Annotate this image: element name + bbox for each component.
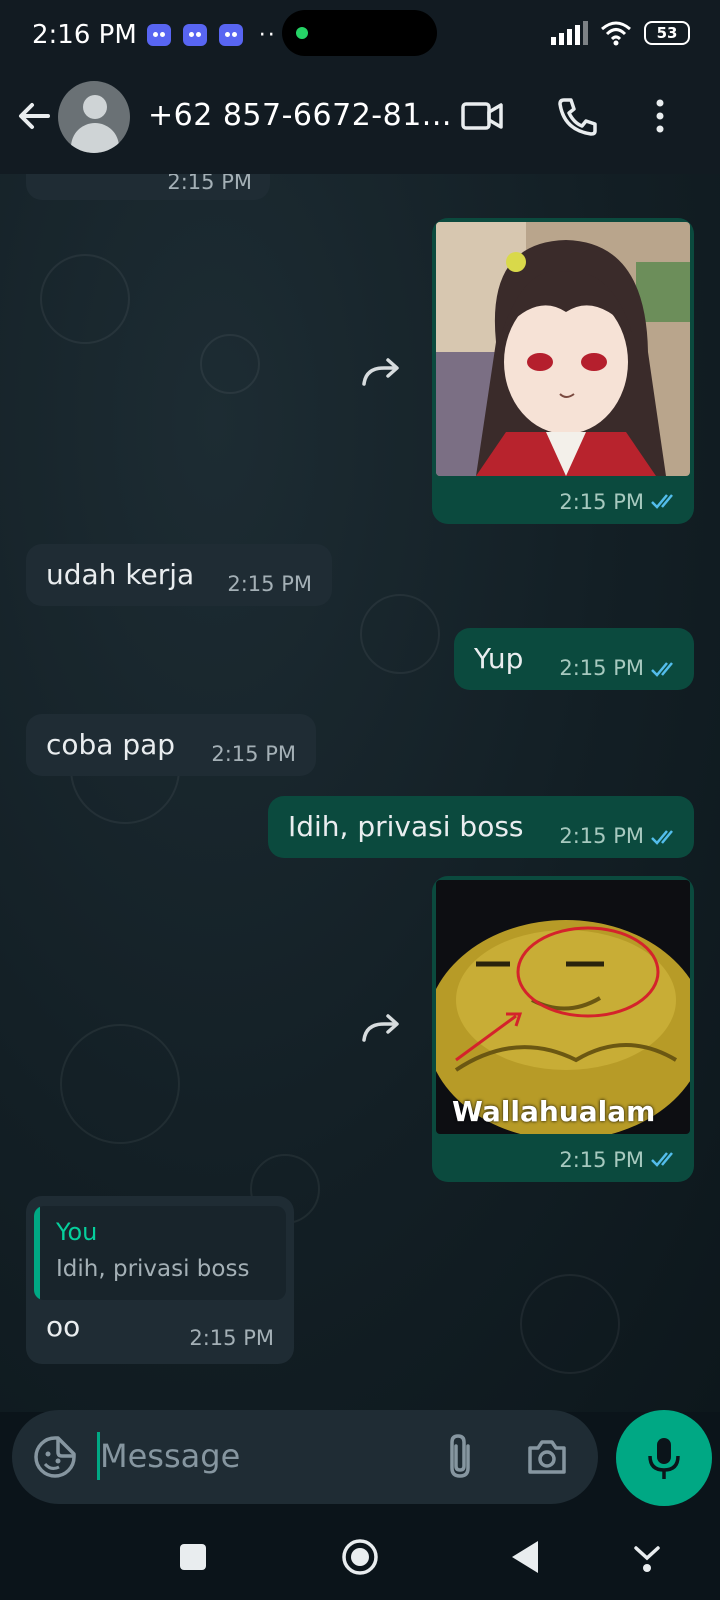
quote-accent-bar: [34, 1206, 40, 1300]
message-time: 2:15 PM: [559, 656, 644, 680]
shared-image-anime[interactable]: [436, 222, 690, 476]
message-bubble-outgoing[interactable]: Idih, privasi boss 2:15 PM: [268, 796, 694, 858]
message-text: coba pap: [46, 728, 176, 761]
back-arrow-icon[interactable]: [14, 96, 54, 136]
meme-caption: Wallahualam: [452, 1095, 656, 1128]
whatsapp-indicator-icon: [296, 27, 308, 39]
shared-image-meme[interactable]: Wallahualam: [436, 880, 690, 1134]
wallpaper-doodle: [200, 334, 260, 394]
discord-notification-icon: [218, 24, 243, 46]
message-input[interactable]: Message: [100, 1437, 240, 1475]
recents-icon[interactable]: [178, 1542, 208, 1572]
chat-area[interactable]: 2:15 PM 2:15 PM udah kerja 2:15 PM Yup 2…: [0, 174, 720, 1412]
sticker-emoji-icon[interactable]: [32, 1434, 78, 1480]
more-options-icon[interactable]: [636, 92, 684, 140]
voice-message-button[interactable]: [616, 1410, 712, 1506]
battery-level: 53: [656, 24, 678, 42]
microphone-icon: [648, 1438, 680, 1479]
system-navigation-bar: [0, 1512, 720, 1600]
contact-avatar[interactable]: [58, 81, 130, 153]
camera-icon[interactable]: [524, 1434, 570, 1480]
home-icon[interactable]: [340, 1537, 380, 1577]
forward-icon[interactable]: [360, 354, 404, 390]
message-text: Idih, privasi boss: [288, 810, 524, 843]
quoted-text: Idih, privasi boss: [56, 1256, 250, 1282]
camera-cutout: [282, 10, 437, 56]
message-bubble-incoming[interactable]: 2:15 PM: [26, 174, 270, 200]
read-receipt-icon: [651, 494, 673, 509]
video-call-icon[interactable]: [458, 92, 506, 140]
discord-notification-icon: [182, 24, 207, 46]
chat-header: +62 857-6672-81...: [0, 70, 720, 174]
message-bubble-outgoing[interactable]: Yup 2:15 PM: [454, 628, 694, 690]
read-receipt-icon: [651, 1152, 673, 1167]
message-text: oo: [46, 1310, 81, 1343]
wallpaper-doodle: [40, 254, 130, 344]
quoted-message[interactable]: You Idih, privasi boss: [34, 1206, 286, 1300]
status-bar: 2:16 PM ·· 53: [0, 0, 720, 70]
message-bubble-outgoing-image[interactable]: Wallahualam 2:15 PM: [432, 876, 694, 1182]
message-time: 2:15 PM: [211, 742, 296, 766]
wifi-icon: [601, 21, 631, 46]
message-bubble-incoming[interactable]: coba pap 2:15 PM: [26, 714, 316, 776]
message-time: 2:15 PM: [559, 490, 644, 514]
wallpaper-doodle: [360, 594, 440, 674]
message-bubble-incoming-reply[interactable]: You Idih, privasi boss oo 2:15 PM: [26, 1196, 294, 1364]
voice-call-icon[interactable]: [554, 92, 602, 140]
back-nav-icon[interactable]: [508, 1539, 542, 1575]
signal-icon: [551, 21, 588, 45]
message-time: 2:15 PM: [167, 174, 252, 194]
message-bubble-outgoing-image[interactable]: 2:15 PM: [432, 218, 694, 524]
status-time: 2:16 PM: [32, 20, 137, 50]
message-composer[interactable]: Message: [12, 1410, 598, 1504]
attach-icon[interactable]: [440, 1432, 480, 1482]
hide-navbar-icon[interactable]: [632, 1540, 662, 1574]
message-text: udah kerja: [46, 558, 195, 591]
message-time: 2:15 PM: [189, 1326, 274, 1350]
message-time: 2:15 PM: [559, 1148, 644, 1172]
forward-icon[interactable]: [360, 1010, 404, 1046]
more-notifications-icon: ··: [258, 22, 277, 48]
contact-name[interactable]: +62 857-6672-81...: [148, 98, 452, 133]
message-time: 2:15 PM: [559, 824, 644, 848]
wallpaper-doodle: [520, 1274, 620, 1374]
battery-indicator: 53: [644, 21, 690, 45]
message-bubble-incoming[interactable]: udah kerja 2:15 PM: [26, 544, 332, 606]
read-receipt-icon: [651, 830, 673, 845]
read-receipt-icon: [651, 662, 673, 677]
message-time: 2:15 PM: [227, 572, 312, 596]
discord-notification-icon: [146, 24, 171, 46]
wallpaper-doodle: [60, 1024, 180, 1144]
message-text: Yup: [474, 642, 524, 675]
quoted-author: You: [56, 1218, 98, 1246]
